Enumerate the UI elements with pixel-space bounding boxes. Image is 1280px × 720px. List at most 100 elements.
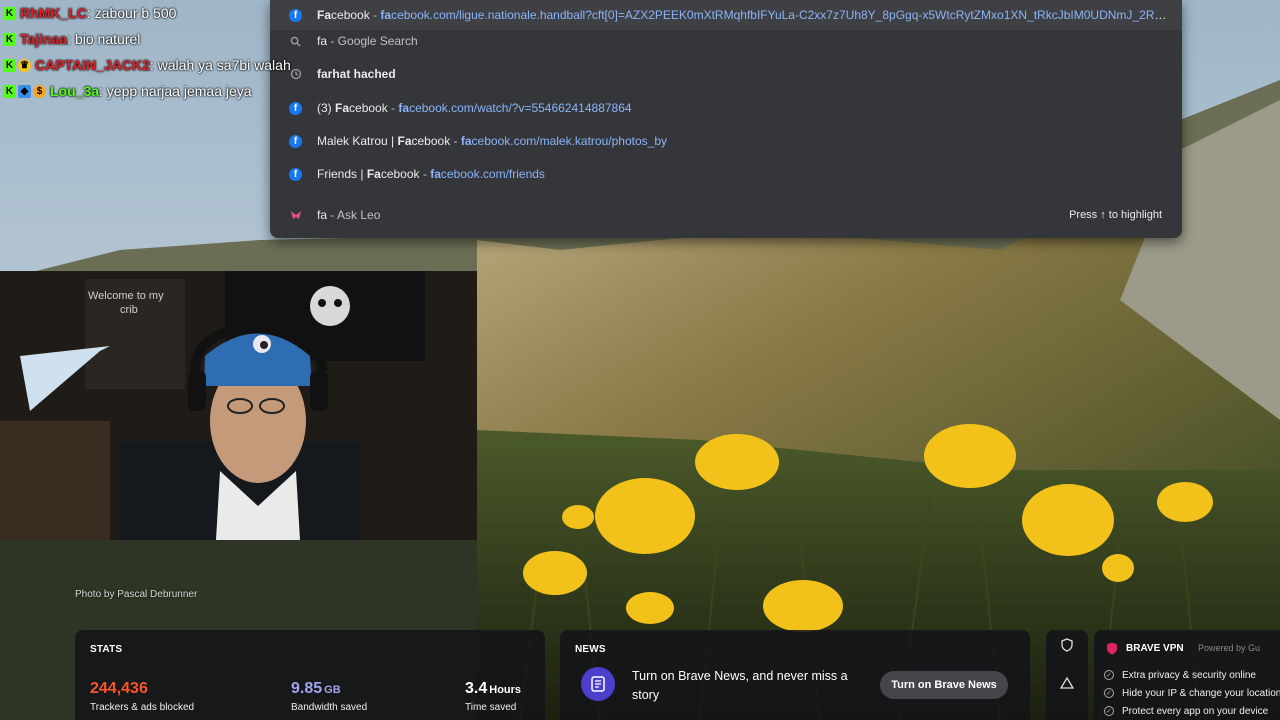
svg-text:crib: crib (120, 304, 138, 316)
vpn-feature: ✓ Hide your IP & change your location (1104, 684, 1280, 702)
kick-badge-icon: K (3, 6, 16, 20)
crown-badge-icon: ♛ (18, 58, 31, 72)
suggestion-url-bold: fa (460, 134, 472, 148)
vpn-feature-text: Extra privacy & security online (1122, 669, 1256, 681)
suggestion-title-prefix: Malek Katrou | (317, 134, 398, 148)
vpn-powered-by: Powered by Gu (1198, 643, 1261, 653)
bandwidth-value: 9.85 (291, 680, 323, 697)
suggestion-suffix: - Google Search (327, 34, 418, 48)
vpn-feature: ✓ Protect every app on your device (1104, 702, 1280, 720)
check-icon: ✓ (1104, 670, 1114, 680)
news-widget: NEWS Turn on Brave News, and never miss … (560, 630, 1030, 720)
photo-credit: Photo by Pascal Debrunner (75, 589, 198, 600)
kick-badge-icon: K (3, 84, 16, 98)
chat-username: RhMK_LC (20, 5, 87, 21)
webcam-sign-text: Welcome to my (88, 290, 164, 302)
time-label: Time saved (465, 702, 517, 713)
vpn-feature-list: ✓ Extra privacy & security online ✓ Hide y… (1104, 666, 1280, 720)
time-unit: Hours (489, 684, 522, 696)
news-title: NEWS (575, 644, 606, 655)
suggestion-url: cebook.com/malek.katrou/photos_by (471, 134, 667, 148)
suggestion-title: cebook (380, 167, 420, 181)
suggestion-row[interactable]: fa - Ask Leo Press ↑ to highlight (270, 200, 1182, 230)
omnibox-suggestions: f Facebook - facebook.com/ligue.national… (270, 0, 1182, 238)
kick-badge-icon: K (3, 32, 16, 46)
check-icon: ✓ (1104, 706, 1114, 716)
suggestion-text: hat hached (332, 67, 396, 81)
facebook-icon: f (289, 167, 302, 181)
suggestion-bold: far (317, 67, 333, 81)
suggestion-url: cebook.com/watch/?v=554662414887864 (409, 101, 632, 115)
news-promo-text: Turn on Brave News, and never miss a sto… (632, 669, 848, 702)
suggestion-title-prefix: Friends | (317, 167, 367, 181)
subscriber-badge-icon: $ (33, 84, 46, 98)
time-value: 3.4 (465, 680, 488, 697)
chat-message: K ◆ $ Lou_3a : yepp narjaa jemaa jeya (0, 78, 300, 104)
time-stat: 3.4 Hours Time saved (465, 680, 521, 713)
shield-icon[interactable] (1060, 638, 1074, 652)
bandwidth-stat: 9.85 GB Bandwidth saved (291, 680, 367, 713)
suggestion-title: cebook (331, 8, 370, 22)
suggestion-url-bold: fa (380, 8, 392, 22)
suggestion-row[interactable]: farhat hached (270, 59, 1182, 89)
suggestion-separator: - (450, 134, 461, 148)
skull-flag-icon (310, 286, 350, 326)
suggestion-url: cebook.com/friends (440, 167, 545, 181)
vpn-shield-icon (1107, 642, 1117, 655)
vpn-feature-text: Protect every app on your device (1122, 705, 1269, 717)
suggestion-url-bold: fa (398, 101, 410, 115)
news-icon (581, 667, 615, 701)
check-icon: ✓ (1104, 688, 1114, 698)
suggestion-row[interactable]: f Malek Katrou | Facebook - facebook.com… (270, 126, 1182, 156)
chat-message: K ♛ CAPTAIN_JACK2 : walah ya sa7bi walah (0, 52, 300, 78)
suggestion-title-prefix: (3) (317, 101, 335, 115)
chat-username: Lou_3a (50, 83, 100, 99)
keyboard-hint: Press ↑ to highlight (1069, 209, 1162, 221)
chat-text: : walah ya sa7bi walah (149, 57, 291, 73)
chat-message: K Tajinaa : bio naturel (0, 26, 300, 52)
suggestion-title-bold: Fa (335, 101, 350, 115)
chat-message: K RhMK_LC : zabour b 500 (0, 0, 300, 26)
webcam-feed: Welcome to my crib (0, 271, 477, 540)
suggestion-query: fa (317, 208, 328, 222)
suggestion-suffix: - Ask Leo (327, 208, 381, 222)
stats-title: STATS (90, 644, 123, 655)
suggestion-title: cebook (349, 101, 388, 115)
bandwidth-unit: GB (324, 684, 341, 696)
chat-text: : yepp narjaa jemaa jeya (99, 83, 252, 99)
suggestion-row[interactable]: f Friends | Facebook - facebook.com/frie… (270, 159, 1182, 189)
suggestion-title: cebook (411, 134, 451, 148)
vpn-title: BRAVE VPN (1126, 643, 1184, 654)
trackers-stat: 244,436 Trackers & ads blocked (90, 680, 194, 713)
trackers-value: 244,436 (90, 680, 148, 697)
kick-badge-icon: K (3, 58, 16, 72)
suggestion-separator: - (369, 8, 381, 22)
widget-side-icons (1046, 630, 1088, 720)
suggestion-row[interactable]: fa - Google Search (270, 26, 1182, 56)
suggestion-url: cebook.com/ligue.nationale.handball?cft[… (391, 8, 1172, 22)
chat-username: CAPTAIN_JACK2 (35, 57, 150, 73)
suggestion-title-bold: Fa (366, 167, 381, 181)
moderator-badge-icon: ◆ (18, 84, 31, 98)
suggestion-url-bold: fa (430, 167, 441, 181)
stats-widget: STATS 244,436 Trackers & ads blocked 9.8… (75, 630, 545, 720)
suggestion-separator: - (419, 167, 431, 181)
vpn-feature: ✓ Extra privacy & security online (1104, 666, 1280, 684)
suggestion-title-bold: Fa (317, 8, 332, 22)
suggestion-title-bold: Fa (397, 134, 412, 148)
triangle-icon[interactable] (1060, 676, 1074, 690)
chat-text: : zabour b 500 (86, 5, 177, 21)
trackers-label: Trackers & ads blocked (90, 702, 195, 713)
turn-on-news-button[interactable]: Turn on Brave News (880, 671, 1008, 699)
facebook-icon: f (289, 134, 302, 148)
vpn-feature-text: Hide your IP & change your location (1122, 687, 1280, 699)
bandwidth-label: Bandwidth saved (291, 702, 368, 713)
suggestion-row[interactable]: f (3) Facebook - facebook.com/watch/?v=5… (270, 93, 1182, 123)
suggestion-separator: - (387, 101, 399, 115)
leo-icon (289, 209, 302, 222)
chat-overlay: K RhMK_LC : zabour b 500 K Tajinaa : bio… (0, 0, 300, 104)
suggestion-query: fa (317, 34, 328, 48)
chat-text: : bio naturel (67, 31, 141, 47)
vpn-widget: BRAVE VPN Powered by Gu ✓ Extra privacy &… (1094, 630, 1280, 720)
chat-username: Tajinaa (20, 31, 68, 47)
